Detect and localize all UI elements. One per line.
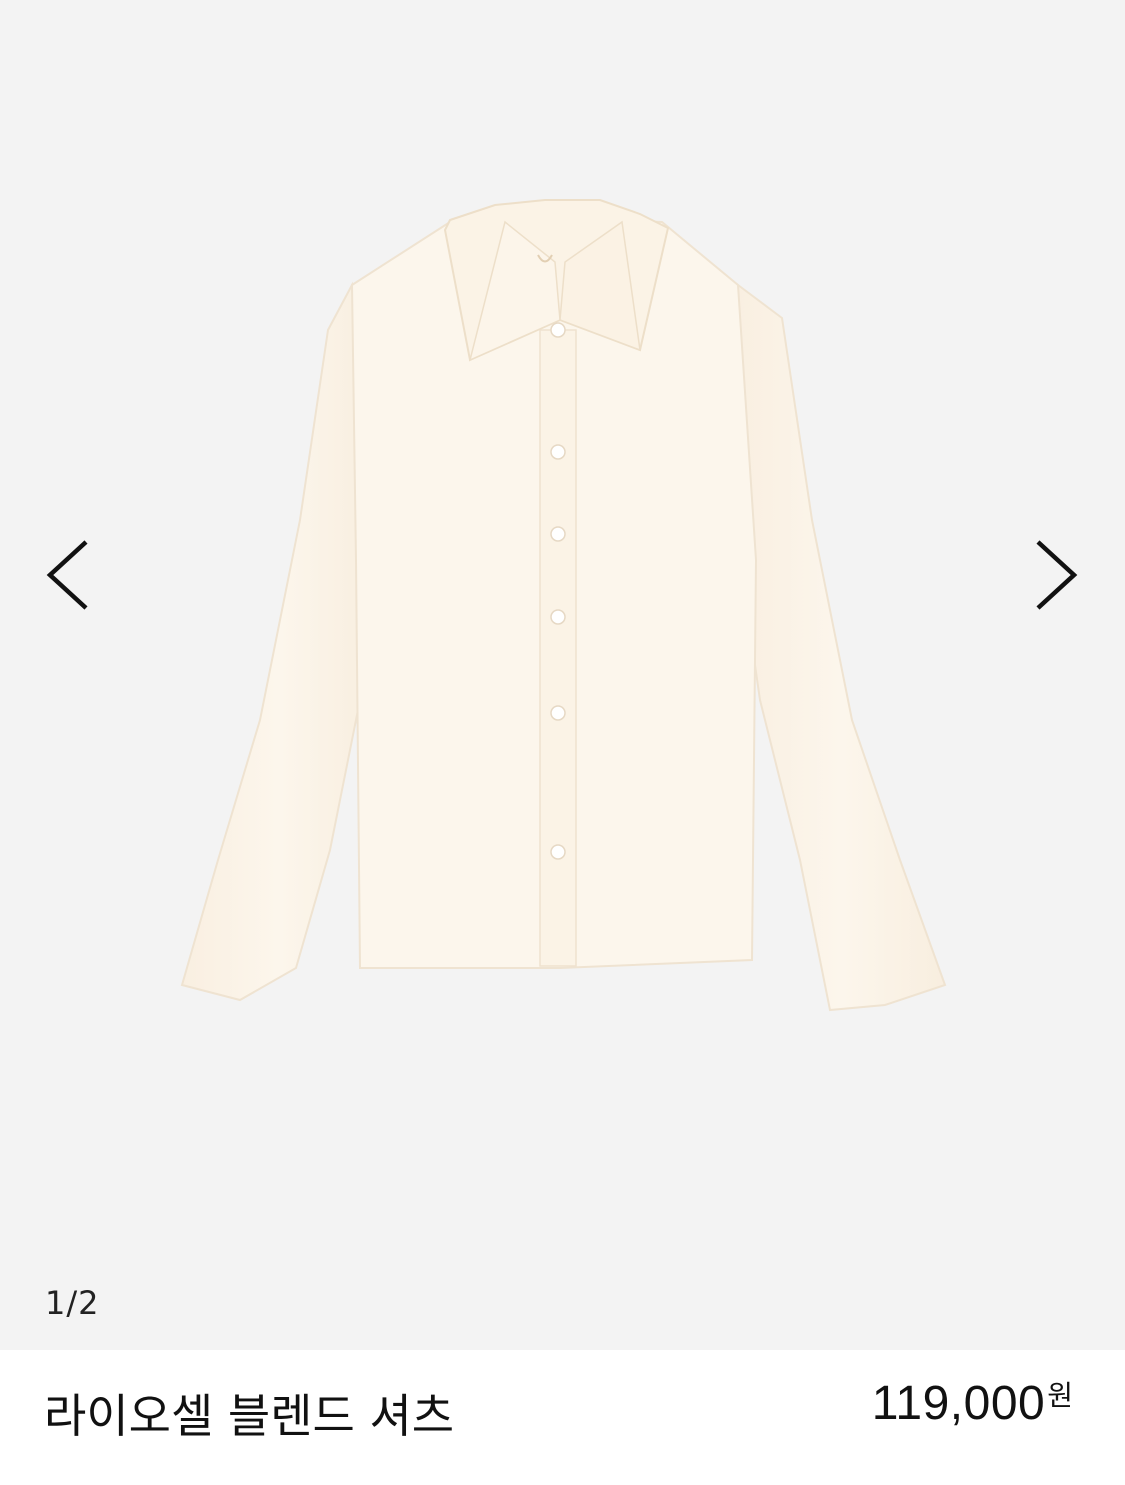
prev-image-button[interactable] [28, 530, 108, 620]
price-amount: 119,000 [871, 1377, 1046, 1430]
product-name: 라이오셀 블렌드 셔츠 [44, 1389, 455, 1443]
product-image [180, 199, 947, 1012]
chevron-left-icon [46, 540, 88, 610]
image-counter: 1/2 [45, 1284, 100, 1322]
chevron-right-icon [1036, 540, 1078, 610]
product-info: 라이오셀 블렌드 셔츠 119,000원 [0, 1350, 1125, 1485]
next-image-button[interactable] [1016, 530, 1096, 620]
product-gallery[interactable]: 1/2 [0, 0, 1125, 1350]
product-price: 119,000원 [872, 1376, 1073, 1431]
price-currency: 원 [1047, 1379, 1073, 1412]
product-page: 1/2 라이오셀 블렌드 셔츠 119,000원 [0, 0, 1125, 1485]
